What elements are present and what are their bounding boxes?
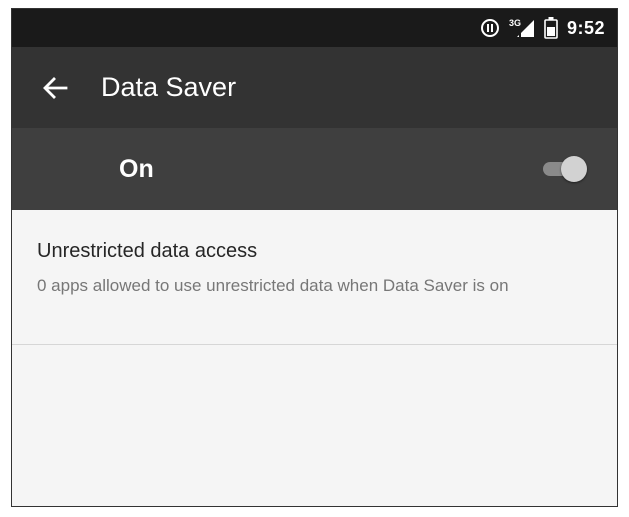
toggle-thumb (561, 156, 587, 182)
list-item-summary: 0 apps allowed to use unrestricted data … (37, 276, 509, 295)
status-time: 9:52 (566, 17, 605, 38)
master-switch-label: On (119, 155, 154, 183)
unrestricted-data-access-item[interactable]: Unrestricted data access 0 apps allowed … (12, 210, 617, 344)
data-saver-icon (480, 18, 500, 38)
network-type-label: 3G (509, 18, 521, 28)
device-screen: 3G 9:52 Data Saver On Unrestricted data … (11, 8, 618, 507)
arrow-back-icon[interactable] (40, 73, 70, 103)
master-switch-bar[interactable]: On (12, 128, 617, 210)
page-title: Data Saver (101, 72, 237, 102)
data-saver-toggle[interactable] (541, 156, 589, 182)
list-item-title: Unrestricted data access (37, 240, 258, 262)
status-bar: 3G 9:52 (12, 9, 617, 47)
cell-signal-icon: 3G (509, 17, 535, 39)
list-divider (12, 344, 617, 345)
battery-icon (544, 17, 558, 39)
status-icons: 3G 9:52 (480, 9, 605, 47)
app-toolbar: Data Saver (12, 47, 617, 128)
